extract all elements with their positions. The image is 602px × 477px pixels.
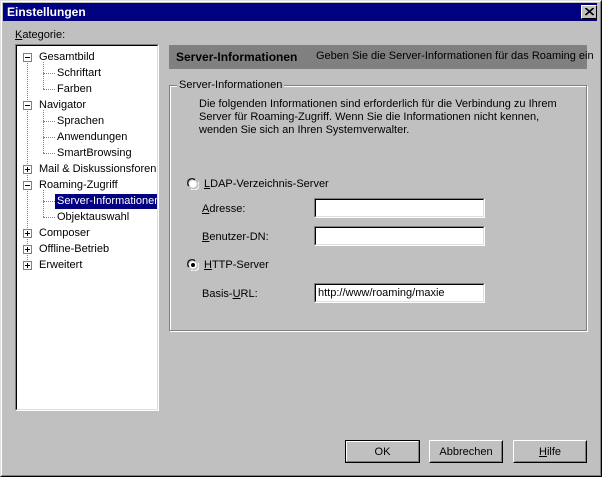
tree-line xyxy=(43,89,55,90)
expand-erweitert-icon[interactable] xyxy=(23,261,32,270)
tree-item-composer[interactable]: Composer xyxy=(37,226,92,241)
tree-item-anwendungen[interactable]: Anwendungen xyxy=(55,130,129,145)
ok-button[interactable]: OK xyxy=(345,440,420,463)
tree-line xyxy=(43,217,55,218)
adresse-label: Adresse: xyxy=(202,203,246,215)
tree-line xyxy=(43,62,44,89)
panel-header: Server-Informationen Geben Sie die Serve… xyxy=(169,45,594,69)
window-title: Einstellungen xyxy=(7,5,86,19)
ok-button-label: OK xyxy=(346,441,419,462)
category-tree-frame: Gesamtbild Schriftart Farben Navigator S… xyxy=(16,45,158,410)
tree-line xyxy=(43,110,44,153)
collapse-gesamtbild-icon[interactable] xyxy=(23,53,32,62)
adresse-input[interactable] xyxy=(318,201,481,215)
tree-line xyxy=(43,73,55,74)
tree-item-mail[interactable]: Mail & Diskussionsforen xyxy=(37,162,157,177)
close-icon xyxy=(585,8,594,16)
expand-composer-icon[interactable] xyxy=(23,229,32,238)
tree-line xyxy=(43,121,55,122)
tree-line xyxy=(43,201,55,202)
category-label: Kategorie: xyxy=(15,29,66,41)
title-bar[interactable]: Einstellungen xyxy=(3,3,597,21)
group-description: Die folgenden Informationen sind erforde… xyxy=(199,98,557,136)
expand-mail-icon[interactable] xyxy=(23,165,32,174)
help-button[interactable]: Hilfe xyxy=(513,440,587,463)
tree-item-erweitert[interactable]: Erweitert xyxy=(37,258,84,273)
panel-description: Geben Sie die Server-Informationen für d… xyxy=(316,50,594,62)
tree-line xyxy=(43,190,44,217)
tree-item-navigator[interactable]: Navigator xyxy=(37,98,88,113)
basis-url-input[interactable] xyxy=(318,286,481,300)
category-tree[interactable]: Gesamtbild Schriftart Farben Navigator S… xyxy=(15,44,159,411)
collapse-navigator-icon[interactable] xyxy=(23,101,32,110)
basis-url-field[interactable] xyxy=(314,283,485,303)
cancel-button-label: Abbrechen xyxy=(430,441,502,462)
tree-item-smartbrowsing[interactable]: SmartBrowsing xyxy=(55,146,134,161)
tree-item-farben[interactable]: Farben xyxy=(55,82,94,97)
benutzer-dn-field[interactable] xyxy=(314,226,485,246)
tree-item-sprachen[interactable]: Sprachen xyxy=(55,114,106,129)
tree-line xyxy=(43,137,55,138)
ldap-label[interactable]: LDAP-Verzeichnis-Server xyxy=(204,178,329,190)
http-radio[interactable] xyxy=(187,259,199,271)
ldap-radio[interactable] xyxy=(187,178,199,190)
close-button[interactable] xyxy=(581,5,597,19)
basis-url-label: Basis-URL: xyxy=(202,288,258,300)
preferences-window: Einstellungen Kategorie: Gesamtbild Schr… xyxy=(0,0,602,477)
benutzer-dn-label: Benutzer-DN: xyxy=(202,231,269,243)
tree-item-gesamtbild[interactable]: Gesamtbild xyxy=(37,50,97,65)
benutzer-dn-input[interactable] xyxy=(318,229,481,243)
collapse-roaming-icon[interactable] xyxy=(23,181,32,190)
panel-title: Server-Informationen xyxy=(176,50,298,64)
tree-item-schriftart[interactable]: Schriftart xyxy=(55,66,103,81)
tree-item-server-informationen[interactable]: Server-Informationen xyxy=(55,194,157,209)
expand-offline-icon[interactable] xyxy=(23,245,32,254)
tree-item-roaming[interactable]: Roaming-Zugriff xyxy=(37,178,120,193)
group-title: Server-Informationen xyxy=(177,79,285,91)
help-button-label: Hilfe xyxy=(514,441,586,462)
cancel-button[interactable]: Abbrechen xyxy=(429,440,503,463)
adresse-field[interactable] xyxy=(314,198,485,218)
tree-line xyxy=(43,153,55,154)
tree-item-offline[interactable]: Offline-Betrieb xyxy=(37,242,111,257)
http-label[interactable]: HTTP-Server xyxy=(204,259,269,271)
tree-item-objektauswahl[interactable]: Objektauswahl xyxy=(55,210,131,225)
